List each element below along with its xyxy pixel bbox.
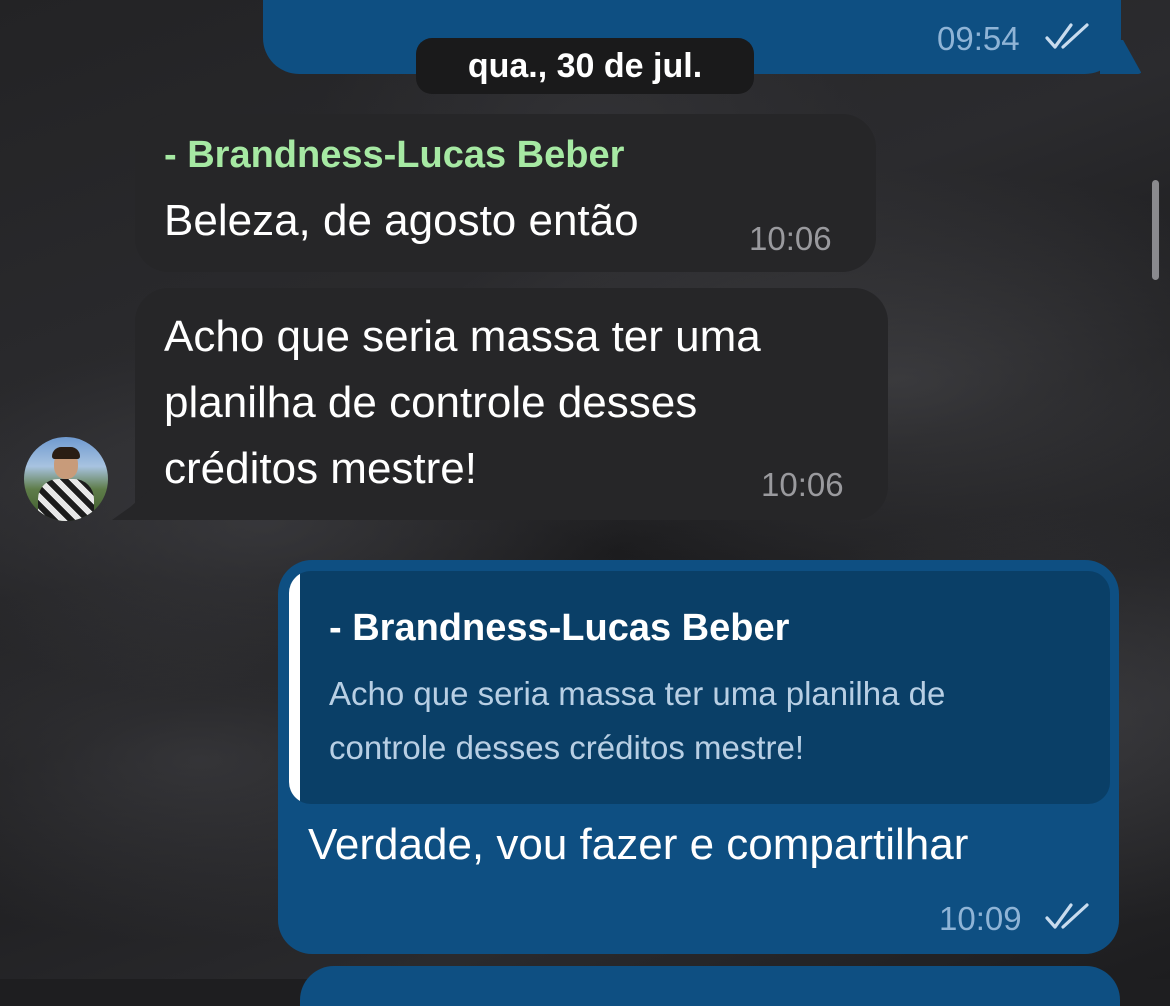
incoming-message-bubble[interactable]: Acho que seria massa ter uma planilha de… xyxy=(135,288,888,520)
message-line: planilha de controle desses xyxy=(164,378,698,427)
quoted-line: controle desses créditos mestre! xyxy=(329,729,805,766)
quoted-line: Acho que seria massa ter uma planilha de xyxy=(329,675,946,712)
message-line: créditos mestre! xyxy=(164,444,477,493)
avatar-figure xyxy=(38,479,94,521)
message-time: 10:06 xyxy=(761,466,844,503)
double-check-icon xyxy=(1045,23,1089,49)
outgoing-message-bubble[interactable] xyxy=(300,966,1120,1006)
message-time: 10:09 xyxy=(939,900,1022,937)
double-check-icon xyxy=(1045,903,1089,929)
quoted-sender-name: - Brandness-Lucas Beber xyxy=(329,607,790,649)
message-text: Verdade, vou fazer e compartilhar xyxy=(308,820,969,869)
message-text: Acho que seria massa ter uma planilha de… xyxy=(164,304,864,502)
incoming-message-bubble[interactable]: - Brandness-Lucas Beber Beleza, de agost… xyxy=(135,114,876,272)
reply-quote[interactable]: - Brandness-Lucas Beber Acho que seria m… xyxy=(289,571,1110,804)
message-text: Beleza, de agosto então xyxy=(164,196,639,245)
message-time: 09:54 xyxy=(937,20,1020,57)
quote-bar xyxy=(289,571,300,804)
quoted-message-text: Acho que seria massa ter uma planilha de… xyxy=(329,667,1099,775)
user-avatar[interactable] xyxy=(24,437,108,521)
message-line: Acho que seria massa ter uma xyxy=(164,312,761,361)
avatar-hair xyxy=(52,447,80,459)
message-time: 10:06 xyxy=(749,220,832,257)
date-separator: qua., 30 de jul. xyxy=(416,38,754,94)
sender-name[interactable]: - Brandness-Lucas Beber xyxy=(164,134,624,177)
scrollbar[interactable] xyxy=(1152,180,1159,280)
